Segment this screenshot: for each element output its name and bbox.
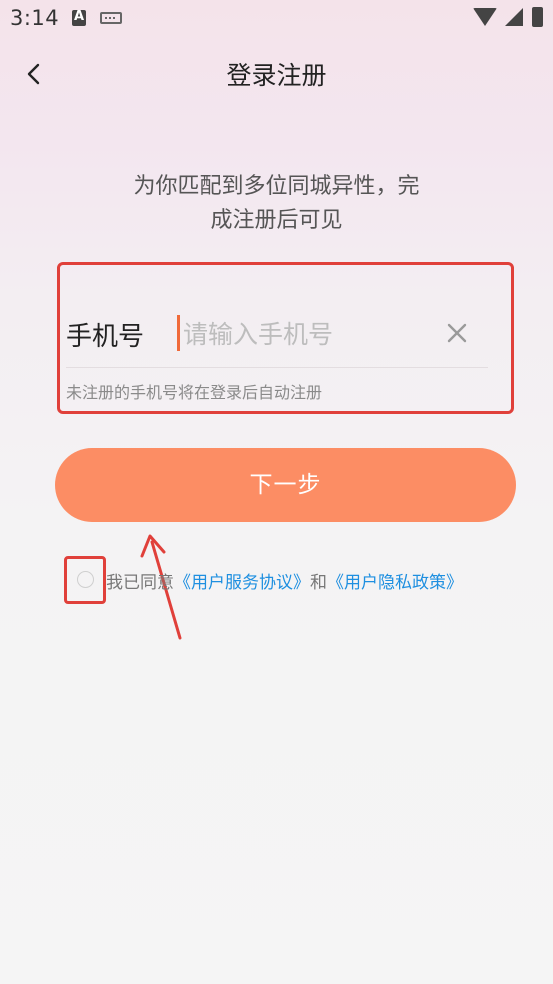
status-bar: 3:14 <box>0 0 553 38</box>
subtitle-line-2: 成注册后可见 <box>210 208 343 233</box>
privacy-policy-link[interactable]: 《用户隐私政策》 <box>327 573 463 593</box>
subtitle: 为你匹配到多位同城异性，完 成注册后可见 <box>96 170 457 238</box>
header: 登录注册 <box>0 38 553 108</box>
signal-icon <box>505 8 523 26</box>
agreement-prefix: 我已同意 <box>106 573 174 593</box>
subtitle-line-1: 为你匹配到多位同城异性，完 <box>133 174 420 199</box>
phone-input[interactable] <box>183 312 423 356</box>
wifi-icon <box>473 8 497 26</box>
battery-icon <box>532 7 543 27</box>
phone-label: 手机号 <box>66 322 145 352</box>
status-time: 3:14 <box>10 6 60 30</box>
page-title: 登录注册 <box>226 61 327 90</box>
service-agreement-link[interactable]: 《用户服务协议》 <box>174 573 310 593</box>
phone-hint: 未注册的手机号将在登录后自动注册 <box>66 383 323 402</box>
next-button[interactable]: 下一步 <box>55 448 516 522</box>
close-icon[interactable] <box>446 322 468 344</box>
text-cursor <box>177 315 180 351</box>
input-divider <box>66 367 488 368</box>
agree-checkbox[interactable] <box>77 571 94 588</box>
font-notification-icon <box>72 9 86 26</box>
keyboard-icon <box>100 12 122 24</box>
agreement-conjunction: 和 <box>310 573 327 593</box>
agreement-row: 我已同意《用户服务协议》和《用户隐私政策》 <box>106 568 463 593</box>
